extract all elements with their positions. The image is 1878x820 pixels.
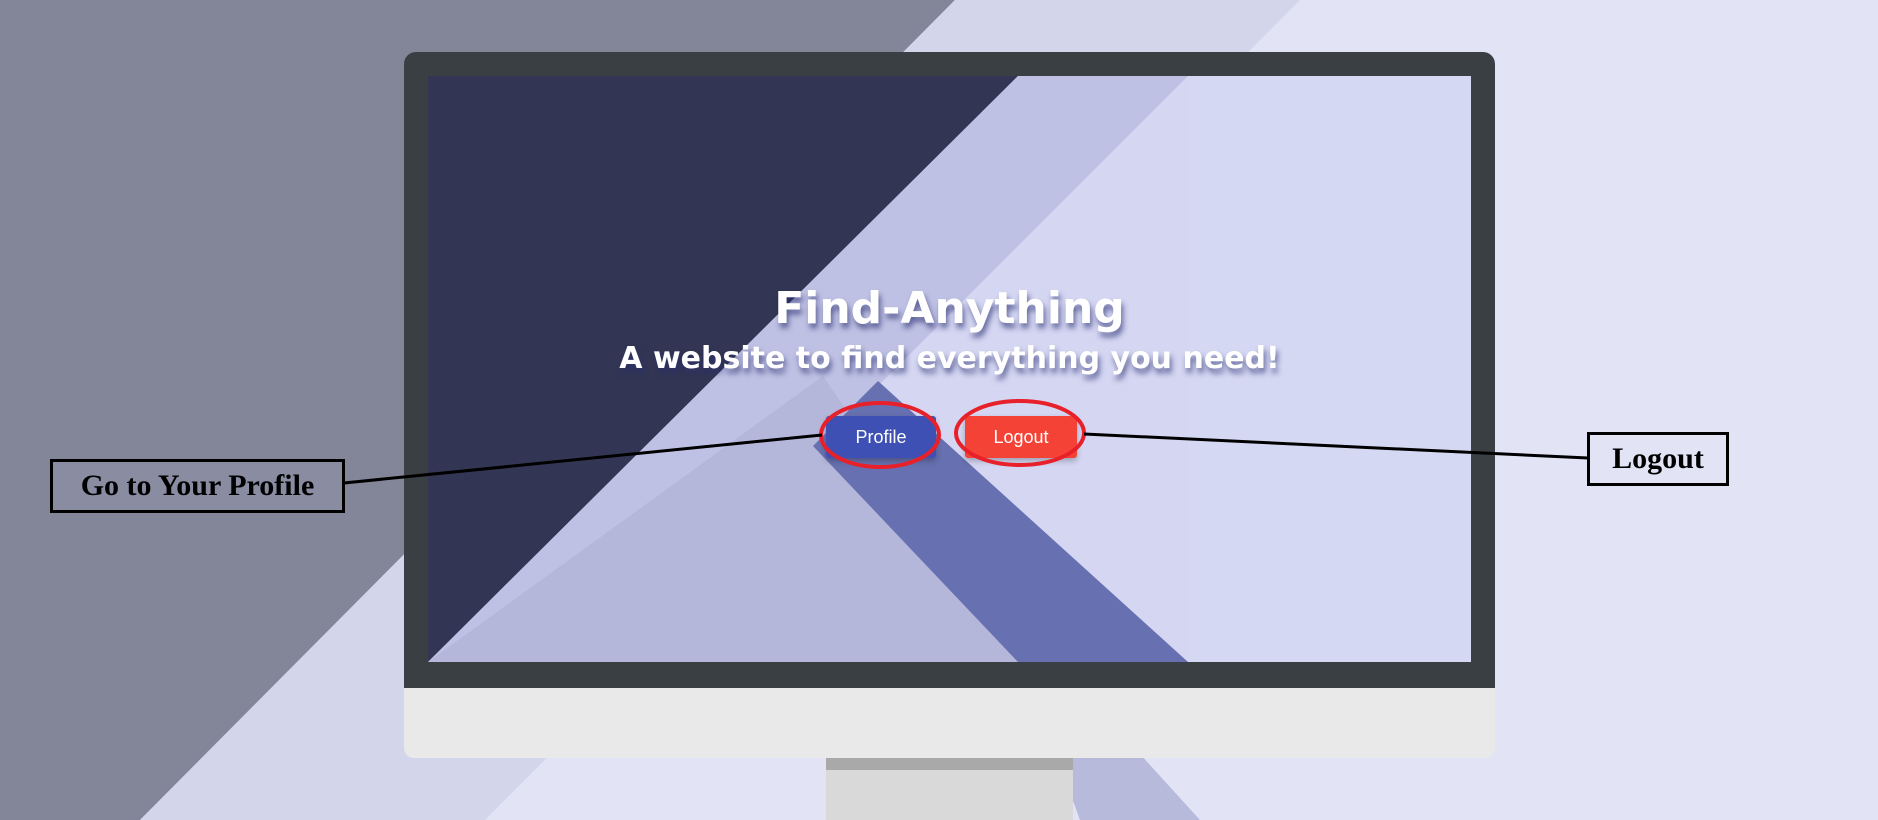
logout-button[interactable]: Logout (965, 416, 1077, 458)
logout-callout: Logout (1587, 432, 1729, 486)
monitor-neck-shadow (826, 758, 1073, 770)
monitor-chin (404, 688, 1495, 758)
stage: Find-Anything A website to find everythi… (0, 0, 1878, 820)
profile-callout: Go to Your Profile (50, 459, 345, 513)
site-title: Find-Anything (774, 283, 1125, 334)
profile-button[interactable]: Profile (826, 416, 936, 458)
hero: Find-Anything A website to find everythi… (428, 281, 1471, 379)
monitor-screen: Find-Anything A website to find everythi… (428, 76, 1471, 662)
site-subtitle: A website to find everything you need! (619, 341, 1280, 376)
monitor-stand (826, 770, 1073, 820)
